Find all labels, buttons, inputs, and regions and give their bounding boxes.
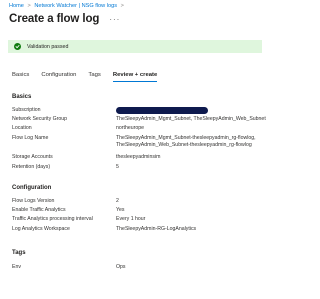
more-options-button[interactable]: ··· [109,15,120,24]
flow-log-name-label: Flow Log Name [12,135,49,141]
processing-interval-label: Traffic Analytics processing interval [12,216,93,222]
tab-configuration[interactable]: Configuration [41,72,76,78]
summary-row-processing-interval: Traffic Analytics processing interval Ev… [12,216,145,223]
tab-review-create[interactable]: Review + create [112,72,158,82]
redacted-subscription-value [116,107,208,114]
validation-message: Validation passed [27,43,69,50]
nsg-value: TheSleepyAdmin_Mgmt_Subnet, TheSleepyAdm… [116,116,266,122]
flow-log-name-line: TheSleepyAdmin_Mgmt_Subnet-thesleepyadmi… [116,135,256,141]
summary-row-location: Location northeurope [12,125,144,132]
location-value: northeurope [116,125,144,131]
storage-accounts-label: Storage Accounts [12,154,53,160]
summary-row-retention: Retention (days) 5 [12,164,119,171]
traffic-analytics-label: Enable Traffic Analytics [12,207,66,213]
flow-log-name-line: TheSleepyAdmin_Web_Subnet-thesleepyadmin… [116,142,252,148]
flow-logs-version-value: 2 [116,198,119,204]
section-configuration-title: Configuration [12,185,52,191]
flow-log-name-value: TheSleepyAdmin_Mgmt_Subnet-thesleepyadmi… [116,135,256,149]
tab-basics[interactable]: Basics [12,72,29,78]
log-analytics-workspace-value: TheSleepyAdmin-RG-LogAnalytics [116,226,197,232]
tag-value-env: Ops [116,264,126,270]
storage-accounts-value: thesleepyadminsim [116,154,161,160]
nsg-label: Network Security Group [12,116,68,122]
validation-banner: Validation passed [8,40,262,53]
flow-logs-version-label: Flow Logs Version [12,198,55,204]
page-title: Create a flow log [9,13,100,25]
summary-row-tag-env: Env Ops [12,264,126,271]
retention-value: 5 [116,164,119,170]
breadcrumb-separator: > [27,3,31,9]
check-circle-icon [14,43,21,50]
breadcrumb: Home > Network Watcher | NSG flow logs > [9,3,126,9]
summary-row-traffic-analytics: Enable Traffic Analytics Yes [12,207,124,214]
traffic-analytics-value: Yes [116,207,125,213]
tab-bar: Basics Configuration Tags Review + creat… [12,72,169,82]
retention-label: Retention (days) [12,164,51,170]
breadcrumb-separator: > [120,3,124,9]
tab-tags[interactable]: Tags [88,72,100,78]
breadcrumb-nsg-flow-logs-link[interactable]: Network Watcher | NSG flow logs [34,3,117,9]
summary-row-flow-logs-version: Flow Logs Version 2 [12,198,119,205]
create-flow-log-page: Home > Network Watcher | NSG flow logs >… [0,0,269,299]
subscription-label: Subscription [12,107,41,113]
breadcrumb-home-link[interactable]: Home [9,3,24,9]
section-basics-title: Basics [12,94,32,100]
summary-row-subscription: Subscription [12,107,116,113]
summary-row-storage: Storage Accounts thesleepyadminsim [12,154,160,161]
summary-row-nsg: Network Security Group TheSleepyAdmin_Mg… [12,116,266,123]
summary-row-workspace: Log Analytics Workspace TheSleepyAdmin-R… [12,226,196,233]
tag-name-env: Env [12,264,21,270]
section-tags-title: Tags [12,250,26,256]
processing-interval-value: Every 1 hour [116,216,146,222]
title-row: Create a flow log ··· [9,13,120,25]
log-analytics-workspace-label: Log Analytics Workspace [12,226,70,232]
location-label: Location [12,125,32,131]
summary-row-flow-log-name: Flow Log Name TheSleepyAdmin_Mgmt_Subnet… [12,135,256,149]
